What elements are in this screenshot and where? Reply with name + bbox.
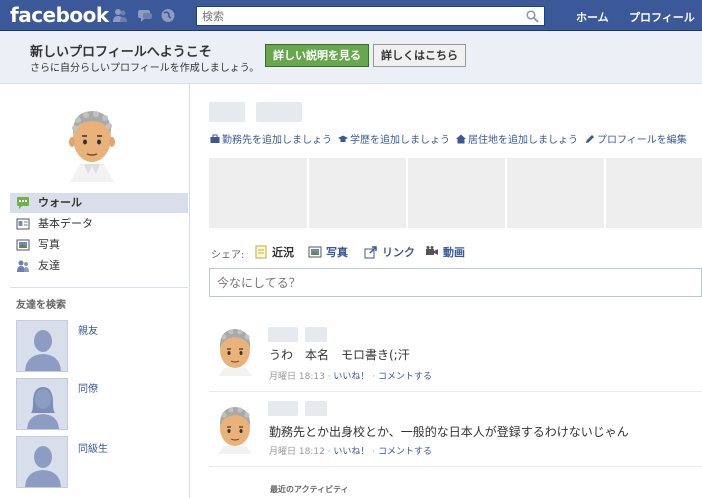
silhouette-icon: [17, 379, 67, 429]
left-column: ウォール 基本データ 写真 友達 友達を検索 親友 同僚 同級生: [0, 84, 190, 498]
friend-group-coworkers[interactable]: 同僚: [78, 380, 98, 395]
author-name-blurred: [305, 401, 327, 416]
find-friends-title: 友達を検索: [16, 300, 66, 311]
welcome-banner: 新しいプロフィールへようこそ さらに自分らしいプロフィールを作成しましょう。 詳…: [0, 31, 702, 84]
post-author-avatar[interactable]: [210, 324, 260, 376]
share-label: シェア:: [211, 250, 245, 261]
post-divider: [209, 466, 702, 467]
facebook-logo[interactable]: facebook: [10, 3, 109, 27]
detail-button[interactable]: 詳しい説明を見る: [265, 44, 369, 67]
post-time[interactable]: 18:13: [299, 372, 325, 382]
author-name-blurred: [268, 401, 298, 416]
info-icon: [16, 218, 30, 230]
sidebar-item-label: 基本データ: [38, 217, 93, 230]
friends-icon: [17, 260, 29, 272]
post-day: 月曜日: [269, 447, 297, 457]
wall-icon: [17, 197, 29, 209]
share-option-label: 写真: [326, 246, 348, 259]
friend-requests-icon[interactable]: [112, 8, 128, 23]
sidebar-item-wall[interactable]: ウォール: [10, 193, 188, 213]
comment-link[interactable]: コメントする: [378, 372, 432, 382]
share-option-label: リンク: [382, 246, 415, 259]
sidebar-item-friends[interactable]: 友達: [10, 256, 188, 276]
profile-picture[interactable]: [58, 102, 126, 182]
post-text: 勤務先とか出身校とか、一般的な日本人が登録するわけないじゃん: [269, 425, 629, 439]
silhouette-icon: [17, 321, 67, 371]
search-input[interactable]: [197, 7, 517, 25]
nav-profile-link[interactable]: プロフィール: [629, 9, 695, 25]
add-work-link[interactable]: 勤務先を追加しましょう: [210, 131, 332, 146]
photos-icon: [16, 239, 30, 251]
friend-group-photo[interactable]: [16, 436, 68, 488]
sidebar-item-info[interactable]: 基本データ: [10, 214, 188, 234]
author-name-blurred: [305, 327, 327, 342]
sidebar-item-photos[interactable]: 写真: [10, 235, 188, 255]
house-icon: [456, 134, 466, 144]
nav-home-link[interactable]: ホーム: [576, 9, 609, 25]
photo-strip-slot[interactable]: [209, 158, 307, 228]
briefcase-icon: [210, 134, 220, 143]
share-video-tab[interactable]: 動画: [425, 244, 465, 260]
post-text: うわ 本名 モロ書き(;汗: [269, 348, 410, 362]
add-education-link[interactable]: 学歴を追加しましょう: [338, 131, 450, 146]
post-meta: 月曜日 18:12 · いいね！ · コメントする: [269, 447, 433, 457]
welcome-subtitle: さらに自分らしいプロフィールを作成しましょう。: [30, 63, 260, 74]
like-link[interactable]: いいね！: [333, 372, 369, 382]
share-photo-tab[interactable]: 写真: [308, 244, 348, 260]
messages-icon[interactable]: [137, 8, 153, 23]
search-box[interactable]: [196, 6, 545, 26]
comment-link[interactable]: コメントする: [378, 447, 432, 457]
photo-strip-slot[interactable]: [606, 158, 702, 228]
graduation-cap-icon: [338, 135, 348, 142]
recent-activity-heading: 最近のアクティビティ: [270, 485, 349, 494]
share-link-tab[interactable]: リンク: [364, 244, 415, 260]
share-option-label: 近況: [272, 246, 294, 259]
friend-group-classmates[interactable]: 同級生: [78, 440, 108, 455]
status-icon: [255, 245, 267, 259]
search-icon[interactable]: [526, 10, 539, 23]
status-update-box[interactable]: [209, 268, 702, 297]
photo-strip-slot[interactable]: [309, 158, 406, 228]
post-day: 月曜日: [269, 372, 297, 382]
link-label: 学歴を追加しましょう: [350, 135, 450, 146]
photo-strip-slot[interactable]: [507, 158, 604, 228]
pencil-icon: [586, 135, 594, 143]
like-link[interactable]: いいね！: [333, 447, 369, 457]
top-bar: facebook ホーム プロフィール: [0, 0, 702, 31]
post-divider: [209, 391, 702, 392]
photo-strip-slot[interactable]: [408, 158, 505, 228]
friend-group-photo[interactable]: [16, 378, 68, 430]
link-icon: [364, 246, 377, 259]
post-time[interactable]: 18:12: [299, 447, 325, 457]
sidebar-item-label: 写真: [38, 238, 60, 251]
status-input[interactable]: [210, 269, 690, 296]
sidebar-item-label: ウォール: [38, 196, 82, 209]
share-status-tab[interactable]: 近況: [254, 244, 294, 260]
edit-profile-link[interactable]: プロフィールを編集: [585, 131, 687, 146]
sidebar-item-label: 友達: [38, 259, 60, 272]
more-info-button[interactable]: 詳しくはこちら: [373, 44, 466, 67]
friend-group-best-friends[interactable]: 親友: [78, 322, 98, 337]
photo-icon: [308, 246, 322, 258]
welcome-title: 新しいプロフィールへようこそ: [30, 45, 212, 60]
notifications-globe-icon[interactable]: [160, 8, 176, 23]
friend-group-photo[interactable]: [16, 320, 68, 372]
profile-name-blurred: [256, 102, 302, 122]
silhouette-icon: [17, 437, 67, 487]
divider: [10, 287, 188, 288]
post-author-avatar[interactable]: [210, 402, 260, 454]
link-label: 居住地を追加しましょう: [468, 135, 578, 146]
share-option-label: 動画: [443, 246, 465, 259]
add-residence-link[interactable]: 居住地を追加しましょう: [456, 131, 578, 146]
link-label: 勤務先を追加しましょう: [222, 135, 332, 146]
author-name-blurred: [268, 327, 298, 342]
video-icon: [426, 246, 438, 255]
link-label: プロフィールを編集: [597, 135, 687, 146]
post-meta: 月曜日 18:13 · いいね！ · コメントする: [269, 372, 433, 382]
profile-name-blurred: [209, 102, 245, 122]
